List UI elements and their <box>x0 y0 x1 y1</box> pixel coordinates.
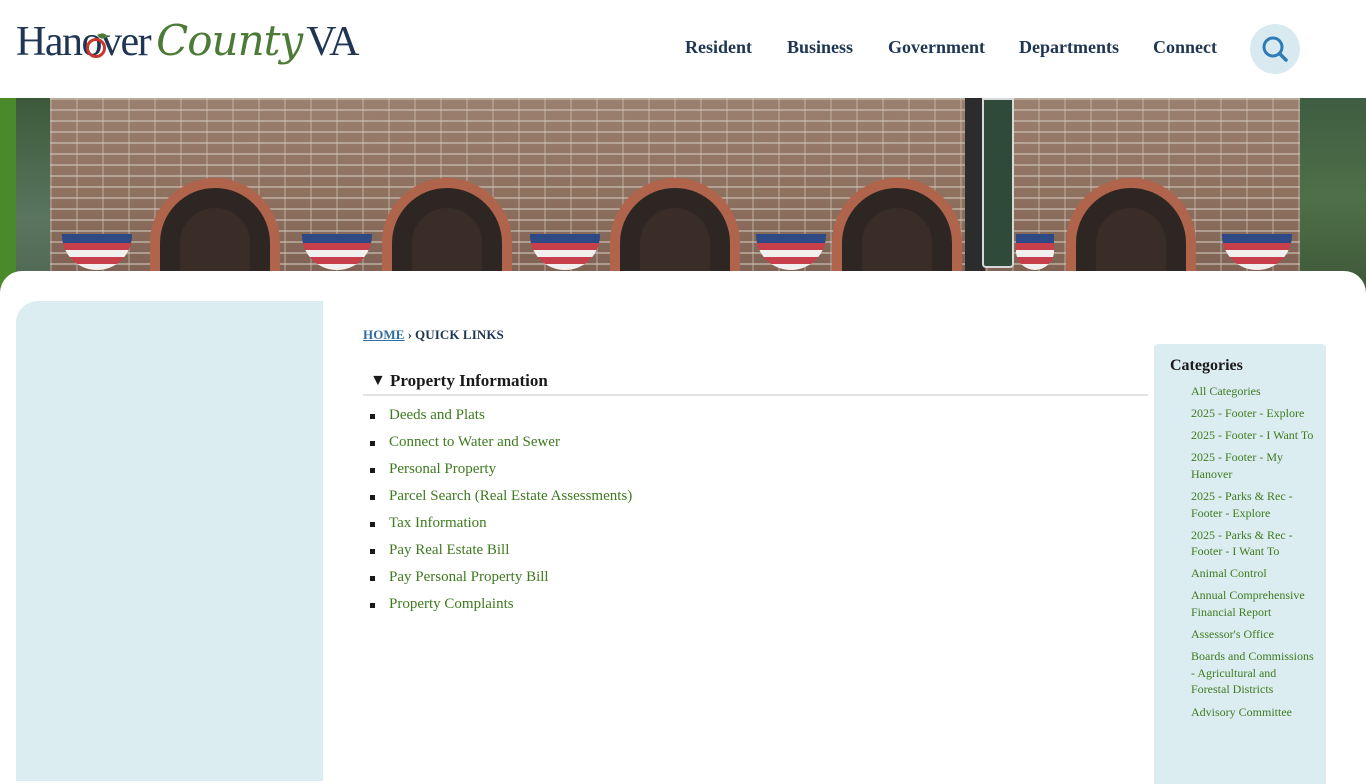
nav-item-resident[interactable]: Resident <box>685 37 752 58</box>
site-header: Hanover County VA Resident Business Gove… <box>0 0 1366 98</box>
hero-sign <box>982 98 1014 268</box>
bullet-icon <box>370 441 375 446</box>
breadcrumb: HOME › QUICK LINKS <box>363 327 504 343</box>
bullet-icon <box>370 549 375 554</box>
quick-links-list: Deeds and Plats Connect to Water and Sew… <box>363 405 1148 621</box>
breadcrumb-separator: › <box>407 327 413 342</box>
nav-item-departments[interactable]: Departments <box>1019 37 1119 58</box>
list-item: Deeds and Plats <box>363 405 1148 432</box>
breadcrumb-home-link[interactable]: HOME <box>363 327 405 342</box>
collapse-arrow-icon[interactable]: ▼ <box>370 372 386 390</box>
list-item: Pay Real Estate Bill <box>363 540 1148 567</box>
bullet-icon <box>370 576 375 581</box>
nav-item-government[interactable]: Government <box>888 37 985 58</box>
category-link-annual-financial-report[interactable]: Annual Comprehensive Financial Report <box>1191 587 1315 620</box>
categories-list: All Categories 2025 - Footer - Explore 2… <box>1191 383 1315 726</box>
category-link-footer-my-hanover[interactable]: 2025 - Footer - My Hanover <box>1191 449 1315 482</box>
category-link-footer-explore[interactable]: 2025 - Footer - Explore <box>1191 405 1315 422</box>
categories-title: Categories <box>1170 357 1243 374</box>
category-link-assessors-office[interactable]: Assessor's Office <box>1191 626 1315 643</box>
hero-trees-right <box>1300 98 1366 298</box>
list-item: Property Complaints <box>363 594 1148 621</box>
bullet-icon <box>370 522 375 527</box>
categories-panel: Categories All Categories 2025 - Footer … <box>1154 344 1326 784</box>
category-link-parks-rec-i-want-to[interactable]: 2025 - Parks & Rec - Footer - I Want To <box>1191 527 1315 560</box>
breadcrumb-current: QUICK LINKS <box>415 327 504 342</box>
category-link-footer-i-want-to[interactable]: 2025 - Footer - I Want To <box>1191 427 1315 444</box>
quick-link-deeds-and-plats[interactable]: Deeds and Plats <box>389 407 485 424</box>
category-link-all[interactable]: All Categories <box>1191 383 1315 400</box>
list-item: Parcel Search (Real Estate Assessments) <box>363 486 1148 513</box>
section-header-property-information[interactable]: ▼ Property Information <box>363 368 1148 396</box>
quick-link-tax-information[interactable]: Tax Information <box>389 515 487 532</box>
quick-link-property-complaints[interactable]: Property Complaints <box>389 596 514 613</box>
list-item: Pay Personal Property Bill <box>363 567 1148 594</box>
hero-accent-bar <box>0 98 16 298</box>
quick-link-pay-personal-property-bill[interactable]: Pay Personal Property Bill <box>389 569 549 586</box>
nav-item-connect[interactable]: Connect <box>1153 37 1217 58</box>
list-item: Personal Property <box>363 459 1148 486</box>
quick-link-personal-property[interactable]: Personal Property <box>389 461 496 478</box>
section-title[interactable]: Property Information <box>390 371 548 391</box>
bullet-icon <box>370 468 375 473</box>
bullet-icon <box>370 414 375 419</box>
quick-link-parcel-search[interactable]: Parcel Search (Real Estate Assessments) <box>389 488 632 505</box>
search-button[interactable] <box>1250 24 1300 74</box>
category-link-boards-agricultural[interactable]: Boards and Commissions - Agricultural an… <box>1191 648 1315 698</box>
list-item: Tax Information <box>363 513 1148 540</box>
bullet-icon <box>370 495 375 500</box>
left-sidebar-panel <box>16 301 323 781</box>
quick-link-water-and-sewer[interactable]: Connect to Water and Sewer <box>389 434 560 451</box>
category-link-animal-control[interactable]: Animal Control <box>1191 565 1315 582</box>
quick-link-pay-real-estate-bill[interactable]: Pay Real Estate Bill <box>389 542 509 559</box>
nav-item-business[interactable]: Business <box>787 37 853 58</box>
bullet-icon <box>370 603 375 608</box>
main-nav: Resident Business Government Departments… <box>0 37 1366 63</box>
category-link-advisory-committee[interactable]: Advisory Committee <box>1191 704 1315 721</box>
category-link-parks-rec-explore[interactable]: 2025 - Parks & Rec - Footer - Explore <box>1191 488 1315 521</box>
search-icon <box>1262 36 1288 62</box>
list-item: Connect to Water and Sewer <box>363 432 1148 459</box>
hero-banner-image <box>0 98 1366 298</box>
